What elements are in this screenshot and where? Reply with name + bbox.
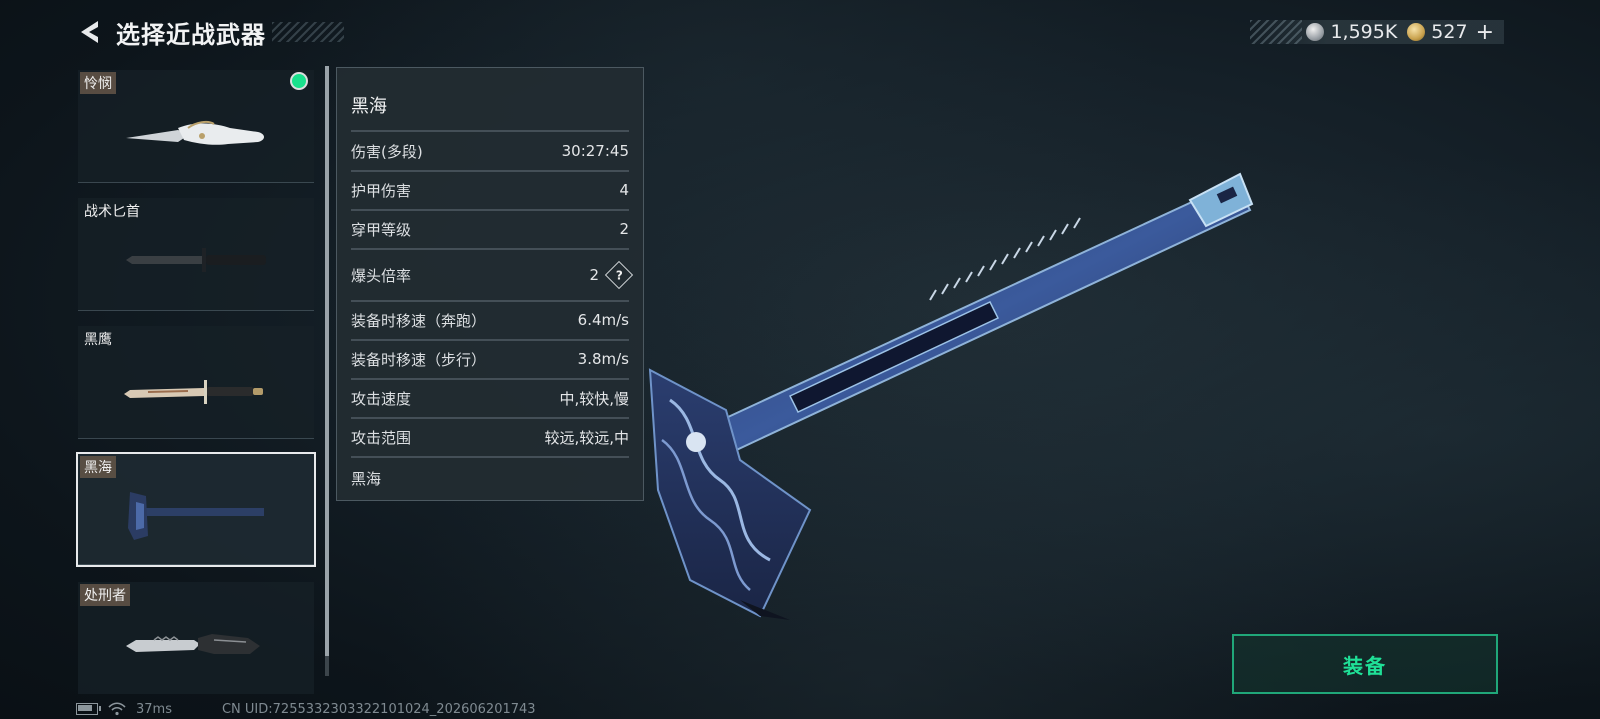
stats-footer: 黑海: [351, 470, 382, 488]
weapon-name: 处刑者: [80, 584, 130, 606]
stat-value: 较远,较远,中: [544, 428, 629, 447]
stat-value: 2: [589, 266, 599, 284]
stat-value: 2: [619, 220, 629, 238]
weapon-card-tactical-dagger[interactable]: 战术匕首: [78, 198, 314, 311]
weapon-name: 黑鹰: [84, 332, 112, 348]
weapon-name: 战术匕首: [84, 204, 140, 220]
stat-label: 爆头倍率: [351, 266, 412, 285]
weapon-list: 怜悯 战术匕首 黑鹰 黑海 处刑者: [76, 70, 316, 694]
add-currency-button[interactable]: +: [1476, 20, 1494, 45]
stat-row-attack-speed: 攻击速度 中,较快,慢: [351, 379, 629, 417]
silver-currency: 1,595K: [1306, 21, 1397, 43]
battery-icon: [76, 703, 101, 715]
back-arrow-icon: [81, 21, 98, 43]
silver-coin-icon: [1306, 23, 1325, 41]
ping-value: 37ms: [136, 701, 172, 717]
back-button[interactable]: [74, 17, 104, 47]
header: 选择近战武器: [74, 14, 344, 50]
gold-currency: 527 +: [1407, 20, 1494, 45]
tactical-dagger-icon: [126, 248, 266, 272]
status-bar: 37ms CN UID:7255332303322101024_20260620…: [76, 700, 536, 718]
stat-value: 6.4m/s: [577, 311, 629, 329]
stat-value-group: 2 ?: [589, 260, 634, 290]
wifi-icon: [108, 702, 126, 716]
stat-label: 攻击速度: [351, 389, 412, 408]
currency-bar: 1,595K 527 +: [1250, 20, 1504, 45]
gold-amount: 527: [1431, 21, 1468, 43]
black-sea-axe-icon: [128, 492, 264, 540]
divider: [351, 248, 629, 250]
stats-title: 黑海: [351, 96, 387, 117]
weapon-card-black-hawk[interactable]: 黑鹰: [78, 326, 314, 439]
weapon-stats-panel: 黑海 伤害(多段) 30:27:45 护甲伤害 4 穿甲等级 2 爆头倍率 2 …: [336, 67, 644, 501]
help-icon[interactable]: ?: [604, 260, 634, 290]
stat-value: 中,较快,慢: [559, 389, 629, 408]
stat-value: 4: [619, 181, 629, 199]
title-decoration: [272, 22, 344, 42]
scrollbar-thumb[interactable]: [325, 66, 329, 656]
equip-button-label: 装备: [1343, 653, 1387, 678]
player-uid: CN UID:7255332303322101024_202606201743: [221, 701, 536, 717]
black-hawk-knife-icon: [124, 380, 263, 404]
currency-decoration: [1250, 20, 1303, 44]
stat-row-damage: 伤害(多段) 30:27:45: [351, 132, 629, 170]
weapon-card-executioner[interactable]: 处刑者: [78, 582, 314, 694]
equipped-indicator: [292, 74, 306, 88]
divider: [351, 456, 629, 458]
stat-value: 30:27:45: [561, 142, 629, 160]
stat-label: 装备时移速（奔跑）: [351, 311, 487, 330]
weapon-card-black-sea[interactable]: 黑海: [76, 452, 316, 567]
mercy-knife-icon: [126, 120, 264, 145]
weapon-card-mercy[interactable]: 怜悯: [78, 70, 314, 183]
stat-label: 穿甲等级: [351, 220, 412, 239]
page-title: 选择近战武器: [116, 20, 266, 49]
stat-label: 伤害(多段): [351, 142, 423, 161]
stat-row-armor-pen: 穿甲等级 2: [351, 210, 629, 248]
stat-row-armor-damage: 护甲伤害 4: [351, 171, 629, 209]
silver-amount: 1,595K: [1330, 21, 1398, 43]
gold-coin-icon: [1407, 23, 1426, 41]
stat-row-move-walk: 装备时移速（步行） 3.8m/s: [351, 340, 629, 378]
stat-value: 3.8m/s: [577, 350, 629, 368]
help-symbol: ?: [615, 268, 623, 282]
stat-label: 攻击范围: [351, 428, 412, 447]
weapon-name: 黑海: [80, 456, 116, 478]
weapon-name: 怜悯: [80, 72, 116, 94]
stat-label: 护甲伤害: [351, 181, 412, 200]
stat-row-attack-range: 攻击范围 较远,较远,中: [351, 418, 629, 456]
weapon-list-scrollbar[interactable]: [325, 66, 329, 676]
executioner-knife-icon: [126, 634, 260, 654]
stat-row-headshot: 爆头倍率 2 ?: [351, 253, 634, 297]
equip-button[interactable]: 装备: [1232, 634, 1498, 694]
stat-label: 装备时移速（步行）: [351, 350, 487, 369]
stat-row-move-run: 装备时移速（奔跑） 6.4m/s: [351, 301, 629, 339]
black-sea-axe-render: [648, 172, 1254, 620]
